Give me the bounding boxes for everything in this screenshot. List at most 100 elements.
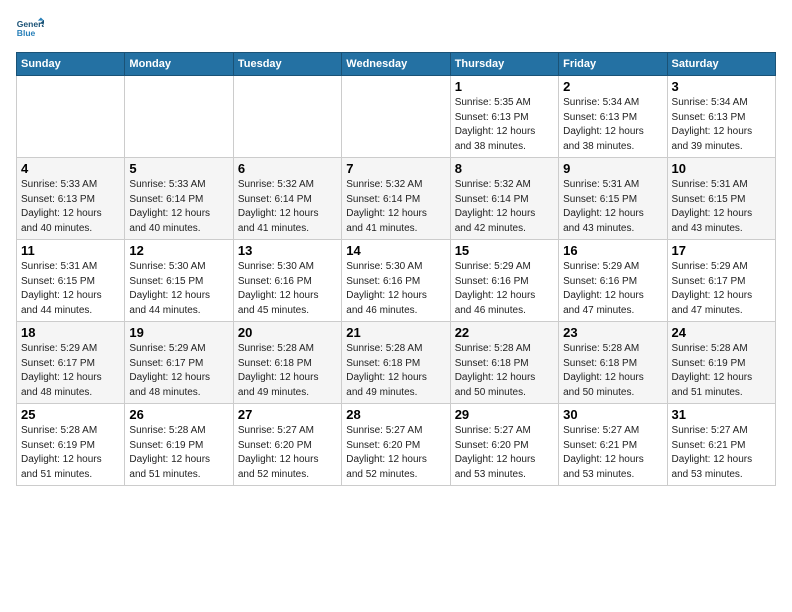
day-info-line: Daylight: 12 hours [455, 207, 554, 222]
day-info-line: Daylight: 12 hours [21, 371, 120, 386]
calendar-cell [17, 76, 125, 158]
day-info-line: Daylight: 12 hours [238, 453, 337, 468]
week-row-1: 1Sunrise: 5:35 AMSunset: 6:13 PMDaylight… [17, 76, 776, 158]
svg-text:Blue: Blue [17, 28, 36, 38]
day-number: 28 [346, 407, 445, 422]
day-number: 27 [238, 407, 337, 422]
day-info-line: Sunset: 6:15 PM [129, 275, 228, 290]
day-info-line: Sunrise: 5:32 AM [238, 178, 337, 193]
calendar-cell: 20Sunrise: 5:28 AMSunset: 6:18 PMDayligh… [233, 322, 341, 404]
day-number: 18 [21, 325, 120, 340]
day-info-line: and 44 minutes. [129, 304, 228, 319]
day-number: 17 [672, 243, 771, 258]
day-info-line: Sunrise: 5:27 AM [455, 424, 554, 439]
day-info-line: Daylight: 12 hours [672, 371, 771, 386]
day-info-line: Daylight: 12 hours [563, 289, 662, 304]
weekday-header-row: SundayMondayTuesdayWednesdayThursdayFrid… [17, 53, 776, 76]
weekday-header-thursday: Thursday [450, 53, 558, 76]
day-number: 31 [672, 407, 771, 422]
day-info-line: Sunset: 6:15 PM [672, 193, 771, 208]
day-number: 4 [21, 161, 120, 176]
day-info-line: Sunset: 6:19 PM [129, 439, 228, 454]
calendar-cell [125, 76, 233, 158]
day-number: 13 [238, 243, 337, 258]
calendar-cell: 16Sunrise: 5:29 AMSunset: 6:16 PMDayligh… [559, 240, 667, 322]
week-row-5: 25Sunrise: 5:28 AMSunset: 6:19 PMDayligh… [17, 404, 776, 486]
day-info-line: Sunset: 6:15 PM [21, 275, 120, 290]
day-info-line: Sunset: 6:16 PM [346, 275, 445, 290]
day-info-line: Daylight: 12 hours [21, 453, 120, 468]
day-info-line: Sunset: 6:14 PM [346, 193, 445, 208]
day-info-line: and 43 minutes. [563, 222, 662, 237]
day-number: 5 [129, 161, 228, 176]
day-info-line: Sunset: 6:18 PM [563, 357, 662, 372]
calendar-cell: 15Sunrise: 5:29 AMSunset: 6:16 PMDayligh… [450, 240, 558, 322]
calendar-cell: 11Sunrise: 5:31 AMSunset: 6:15 PMDayligh… [17, 240, 125, 322]
calendar-cell: 31Sunrise: 5:27 AMSunset: 6:21 PMDayligh… [667, 404, 775, 486]
calendar-cell: 6Sunrise: 5:32 AMSunset: 6:14 PMDaylight… [233, 158, 341, 240]
weekday-header-friday: Friday [559, 53, 667, 76]
day-number: 7 [346, 161, 445, 176]
day-info-line: and 41 minutes. [238, 222, 337, 237]
day-info-line: Sunset: 6:16 PM [455, 275, 554, 290]
calendar-cell: 27Sunrise: 5:27 AMSunset: 6:20 PMDayligh… [233, 404, 341, 486]
calendar-cell: 7Sunrise: 5:32 AMSunset: 6:14 PMDaylight… [342, 158, 450, 240]
day-number: 3 [672, 79, 771, 94]
day-info-line: Sunrise: 5:28 AM [672, 342, 771, 357]
calendar-cell: 18Sunrise: 5:29 AMSunset: 6:17 PMDayligh… [17, 322, 125, 404]
day-info-line: Sunset: 6:18 PM [238, 357, 337, 372]
week-row-2: 4Sunrise: 5:33 AMSunset: 6:13 PMDaylight… [17, 158, 776, 240]
day-info-line: Daylight: 12 hours [129, 371, 228, 386]
day-info-line: Daylight: 12 hours [129, 453, 228, 468]
day-info-line: Sunset: 6:14 PM [455, 193, 554, 208]
day-info-line: Sunset: 6:17 PM [672, 275, 771, 290]
day-number: 23 [563, 325, 662, 340]
day-info-line: Daylight: 12 hours [563, 207, 662, 222]
calendar-cell: 12Sunrise: 5:30 AMSunset: 6:15 PMDayligh… [125, 240, 233, 322]
day-number: 30 [563, 407, 662, 422]
day-info-line: and 46 minutes. [346, 304, 445, 319]
day-info-line: and 50 minutes. [455, 386, 554, 401]
weekday-header-saturday: Saturday [667, 53, 775, 76]
day-info-line: and 53 minutes. [672, 468, 771, 483]
day-info-line: Daylight: 12 hours [238, 371, 337, 386]
calendar-table: SundayMondayTuesdayWednesdayThursdayFrid… [16, 52, 776, 486]
day-info-line: Sunrise: 5:29 AM [455, 260, 554, 275]
day-info-line: Sunrise: 5:31 AM [672, 178, 771, 193]
day-info-line: Daylight: 12 hours [563, 371, 662, 386]
calendar-cell: 30Sunrise: 5:27 AMSunset: 6:21 PMDayligh… [559, 404, 667, 486]
day-number: 14 [346, 243, 445, 258]
day-number: 29 [455, 407, 554, 422]
calendar-cell: 13Sunrise: 5:30 AMSunset: 6:16 PMDayligh… [233, 240, 341, 322]
day-info-line: and 51 minutes. [21, 468, 120, 483]
day-info-line: Sunset: 6:21 PM [672, 439, 771, 454]
day-info-line: and 48 minutes. [21, 386, 120, 401]
day-info-line: Daylight: 12 hours [238, 289, 337, 304]
day-info-line: and 52 minutes. [238, 468, 337, 483]
day-info-line: Sunrise: 5:30 AM [238, 260, 337, 275]
day-info-line: Sunset: 6:18 PM [455, 357, 554, 372]
day-info-line: Sunset: 6:16 PM [563, 275, 662, 290]
day-info-line: and 51 minutes. [129, 468, 228, 483]
day-info-line: Sunrise: 5:27 AM [672, 424, 771, 439]
day-info-line: Sunset: 6:19 PM [672, 357, 771, 372]
weekday-header-sunday: Sunday [17, 53, 125, 76]
day-info-line: Sunrise: 5:29 AM [21, 342, 120, 357]
day-info-line: Daylight: 12 hours [21, 289, 120, 304]
calendar-cell: 21Sunrise: 5:28 AMSunset: 6:18 PMDayligh… [342, 322, 450, 404]
day-info-line: Sunrise: 5:28 AM [563, 342, 662, 357]
day-info-line: Daylight: 12 hours [346, 371, 445, 386]
day-info-line: Daylight: 12 hours [563, 125, 662, 140]
day-info-line: and 48 minutes. [129, 386, 228, 401]
day-info-line: Sunrise: 5:28 AM [238, 342, 337, 357]
calendar-cell: 8Sunrise: 5:32 AMSunset: 6:14 PMDaylight… [450, 158, 558, 240]
day-info-line: and 38 minutes. [455, 140, 554, 155]
day-info-line: Sunrise: 5:35 AM [455, 96, 554, 111]
calendar-cell: 25Sunrise: 5:28 AMSunset: 6:19 PMDayligh… [17, 404, 125, 486]
day-info-line: Sunrise: 5:34 AM [672, 96, 771, 111]
day-info-line: and 42 minutes. [455, 222, 554, 237]
day-info-line: Sunrise: 5:27 AM [346, 424, 445, 439]
day-info-line: Daylight: 12 hours [21, 207, 120, 222]
day-info-line: Daylight: 12 hours [129, 289, 228, 304]
day-info-line: and 40 minutes. [21, 222, 120, 237]
